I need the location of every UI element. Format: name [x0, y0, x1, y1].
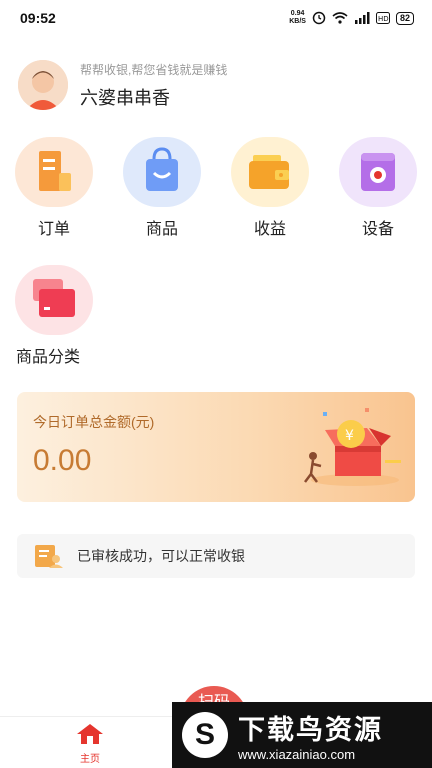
menu-item-label: 商品: [145, 221, 178, 238]
menu-item-label: 收益: [253, 221, 286, 238]
menu-item-products-bg: [123, 137, 201, 207]
menu-item-devices[interactable]: 设备: [338, 137, 418, 239]
order-icon: [39, 151, 71, 191]
watermark-title: 下载鸟资源: [238, 715, 383, 745]
menu-item-label: 订单: [37, 221, 70, 238]
daily-total-amount: 0.00: [33, 444, 92, 477]
menu-item-label: 设备: [361, 221, 394, 238]
home-icon: [77, 724, 103, 744]
hd-icon: HD: [375, 12, 390, 24]
profile-header[interactable]: 帮帮收银,帮您省钱就是赚钱 六婆串串香: [18, 60, 227, 110]
menu-item-earnings[interactable]: 收益: [230, 137, 310, 239]
status-time: 09:52: [20, 10, 56, 26]
menu-item-categories-bg: [15, 265, 93, 335]
gift-box-illustration-icon: ¥: [304, 408, 401, 486]
nav-home-label: 主页: [80, 754, 100, 765]
signal-icon: [354, 12, 370, 24]
menu-item-categories[interactable]: 商品分类: [14, 265, 94, 367]
network-speed-unit: KB/S: [289, 18, 306, 25]
device-icon: [361, 153, 395, 191]
menu-item-orders-bg: [15, 137, 93, 207]
watermark-url: www.xiazainiao.com: [238, 747, 356, 762]
watermark-banner: S 下载鸟资源 www.xiazainiao.com: [172, 702, 432, 768]
profile-slogan: 帮帮收银,帮您省钱就是赚钱: [80, 62, 228, 77]
status-bar: 09:52 0.94 KB/S HD 82: [0, 0, 432, 36]
nav-home[interactable]: 主页: [70, 723, 110, 765]
status-icons: 0.94 KB/S HD 82: [289, 10, 414, 26]
menu-item-earnings-bg: [231, 137, 309, 207]
alarm-icon: [312, 11, 326, 25]
menu-item-orders[interactable]: 订单: [14, 137, 94, 239]
network-speed-value: 0.94: [290, 10, 305, 17]
menu-item-products[interactable]: 商品: [122, 137, 202, 239]
approval-notice: 已审核成功，可以正常收银: [17, 534, 415, 578]
daily-total-card[interactable]: 今日订单总金额(元) 0.00 ¥: [17, 392, 415, 502]
menu-item-devices-bg: [339, 137, 417, 207]
wallet-icon: [249, 155, 289, 189]
network-speed: 0.94 KB/S: [289, 10, 306, 26]
avatar[interactable]: [18, 60, 68, 110]
wifi-icon: [332, 12, 348, 24]
shop-name: 六婆串串香: [80, 87, 170, 108]
approval-notice-text: 已审核成功，可以正常收银: [77, 548, 245, 564]
shopping-bag-icon: [146, 147, 178, 191]
svg-text:HD: HD: [378, 15, 389, 23]
menu-item-label: 商品分类: [16, 349, 81, 366]
document-user-icon: [35, 545, 63, 568]
watermark-logo: S: [182, 712, 228, 758]
user-avatar-icon: [18, 60, 68, 110]
battery-indicator: 82: [395, 11, 414, 25]
daily-total-title: 今日订单总金额(元): [33, 414, 155, 430]
svg-text:¥: ¥: [345, 428, 354, 444]
category-icon: [33, 279, 75, 317]
